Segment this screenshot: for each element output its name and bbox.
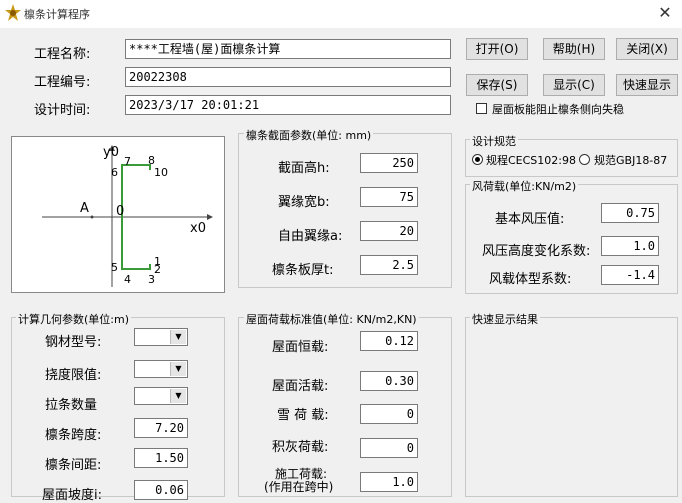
section-a-input[interactable]: 20 <box>360 221 418 241</box>
dead-load-label: 屋面恒载: <box>272 340 329 355</box>
code-cecs-label: 规程CECS102:98 <box>486 154 576 167</box>
window-title: 檩条计算程序 <box>24 8 90 21</box>
pt-4: 4 <box>124 273 131 286</box>
steel-type-label: 钢材型号: <box>45 335 102 350</box>
ash-load-label: 积灰荷载: <box>272 440 329 455</box>
spacing-label: 檩条间距: <box>45 458 102 473</box>
project-code-input[interactable]: 20022308 <box>125 67 451 87</box>
snow-load-label: 雪 荷 载: <box>277 408 329 423</box>
section-b-input[interactable]: 75 <box>360 187 418 207</box>
project-code-label: 工程编号: <box>34 75 91 90</box>
app-icon <box>4 4 22 22</box>
wind-basic-input[interactable]: 0.75 <box>601 203 659 223</box>
section-params-group <box>238 133 452 288</box>
quick-display-button[interactable]: 快速显示 <box>616 74 678 96</box>
section-a-label: 自由翼缘a: <box>278 229 343 244</box>
live-load-label: 屋面活载: <box>272 379 329 394</box>
span-input[interactable]: 7.20 <box>134 418 188 438</box>
code-gbj-radio[interactable] <box>579 154 590 165</box>
construction-load-note: (作用在跨中) <box>264 480 334 494</box>
point-a-label: A <box>80 201 89 216</box>
geometry-group <box>11 317 225 497</box>
deflection-limit-label: 挠度限值: <box>45 368 102 383</box>
geometry-title: 计算几何参数(单位:m) <box>16 311 132 327</box>
steel-type-dropdown[interactable]: ▼ <box>134 328 188 346</box>
wind-load-title: 风荷载(单位:KN/m2) <box>470 178 579 194</box>
code-gbj-label: 规范GBJ18-87 <box>594 154 668 167</box>
spacing-input[interactable]: 1.50 <box>134 448 188 468</box>
pt-6: 6 <box>111 166 118 179</box>
design-code-title: 设计规范 <box>470 133 518 149</box>
code-cecs-radio[interactable] <box>472 154 483 165</box>
roof-restraint-label: 屋面板能阻止檩条侧向失稳 <box>492 103 624 116</box>
slope-label: 屋面坡度i: <box>42 488 102 503</box>
section-t-label: 檩条板厚t: <box>272 263 334 278</box>
tie-count-label: 拉条数量 <box>45 398 98 413</box>
wind-height-input[interactable]: 1.0 <box>601 236 659 256</box>
roof-loads-title: 屋面荷载标准值(单位: KN/m2,KN) <box>244 311 419 327</box>
chevron-down-icon: ▼ <box>170 362 186 376</box>
design-time-input[interactable]: 2023/3/17 20:01:21 <box>125 95 451 115</box>
display-button[interactable]: 显示(C) <box>543 74 605 96</box>
construction-load-input[interactable]: 1.0 <box>360 472 418 492</box>
snow-load-input[interactable]: 0 <box>360 404 418 424</box>
wind-basic-label: 基本风压值: <box>495 212 565 227</box>
wind-height-label: 风压高度变化系数: <box>482 244 591 259</box>
window-close-icon[interactable]: ✕ <box>650 1 680 25</box>
span-label: 檩条跨度: <box>45 428 102 443</box>
design-time-label: 设计时间: <box>34 103 91 118</box>
wind-shape-label: 风载体型系数: <box>489 272 572 287</box>
roof-restraint-checkbox[interactable] <box>476 103 487 114</box>
section-h-input[interactable]: 250 <box>360 153 418 173</box>
title-bar <box>0 0 682 28</box>
chevron-down-icon: ▼ <box>170 389 186 403</box>
section-h-label: 截面高h: <box>278 161 330 176</box>
wind-shape-input[interactable]: -1.4 <box>601 265 659 285</box>
pt-5: 5 <box>111 261 118 274</box>
axis-y-label: y0 <box>103 145 119 160</box>
chevron-down-icon: ▼ <box>170 330 186 344</box>
axis-x-label: x0 <box>190 221 206 236</box>
pt-2: 2 <box>154 263 161 276</box>
section-t-input[interactable]: 2.5 <box>360 255 418 275</box>
section-diagram: y0 x0 A 0 6 7 8 10 5 4 3 1 2 <box>11 136 225 293</box>
project-name-input[interactable]: ****工程墙(屋)面檩条计算 <box>125 39 451 59</box>
help-button[interactable]: 帮助(H) <box>543 38 605 60</box>
live-load-input[interactable]: 0.30 <box>360 371 418 391</box>
slope-input[interactable]: 0.06 <box>134 480 188 500</box>
tie-count-dropdown[interactable]: ▼ <box>134 387 188 405</box>
roof-loads-group <box>238 317 452 497</box>
section-params-title: 檩条截面参数(单位: mm) <box>244 127 374 143</box>
save-button[interactable]: 保存(S) <box>466 74 528 96</box>
deflection-limit-dropdown[interactable]: ▼ <box>134 360 188 378</box>
origin-label: 0 <box>116 204 125 219</box>
close-button[interactable]: 关闭(X) <box>616 38 678 60</box>
pt-7: 7 <box>124 155 131 168</box>
section-b-label: 翼缘宽b: <box>278 195 330 210</box>
pt-10: 10 <box>154 166 168 179</box>
quick-result-group <box>465 317 678 497</box>
dead-load-input[interactable]: 0.12 <box>360 331 418 351</box>
project-name-label: 工程名称: <box>34 47 91 62</box>
ash-load-input[interactable]: 0 <box>360 438 418 458</box>
open-button[interactable]: 打开(O) <box>466 38 528 60</box>
quick-result-title: 快速显示结果 <box>470 311 540 327</box>
